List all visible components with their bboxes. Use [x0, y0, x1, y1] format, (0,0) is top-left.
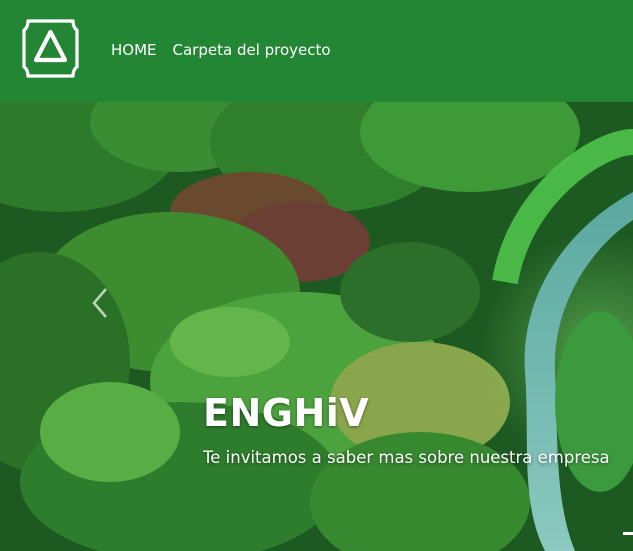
page: HOME Carpeta del proyecto ENGHiV Te invi… [0, 0, 633, 551]
hero-forest-image [0, 102, 633, 551]
hero-carousel: ENGHiV Te invitamos a saber mas sobre nu… [0, 102, 633, 551]
hero-title: ENGHiV [203, 391, 370, 435]
logo-icon[interactable] [22, 17, 79, 80]
hero-subtitle: Te invitamos a saber mas sobre nuestra e… [203, 448, 610, 467]
site-header: HOME Carpeta del proyecto [0, 0, 633, 102]
nav-home[interactable]: HOME [111, 41, 157, 59]
nav-carpeta-proyecto[interactable]: Carpeta del proyecto [173, 41, 331, 59]
carousel-indicator[interactable] [623, 532, 633, 535]
main-nav: HOME Carpeta del proyecto [111, 41, 331, 59]
carousel-prev-icon[interactable] [88, 286, 112, 320]
